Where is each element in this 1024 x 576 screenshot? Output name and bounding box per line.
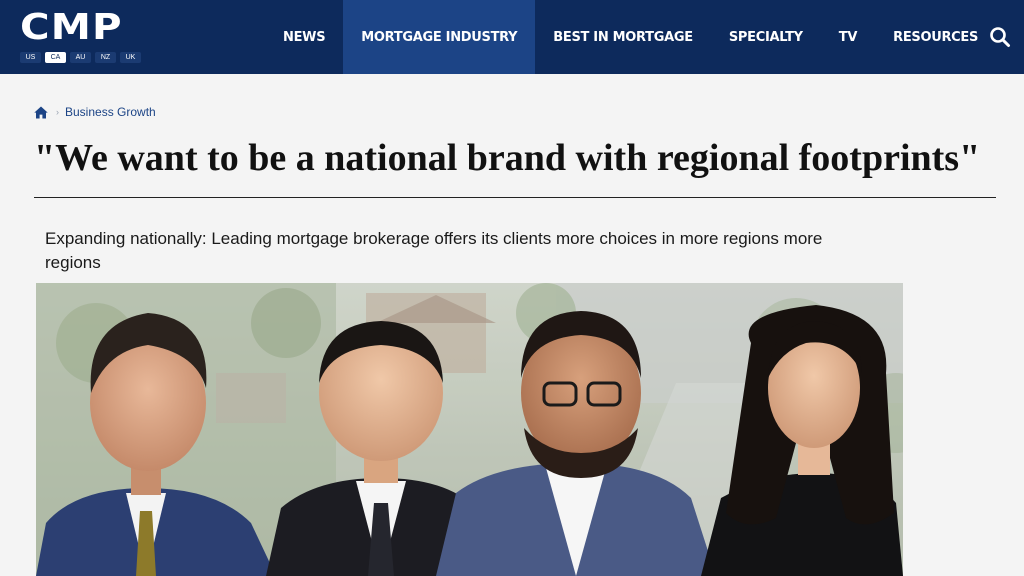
breadcrumb: › Business Growth [34, 104, 156, 120]
breadcrumb-business-growth[interactable]: Business Growth [65, 105, 156, 119]
region-us[interactable]: US [20, 52, 41, 63]
top-navigation-bar: CMP US CA AU NZ UK NEWS MORTGAGE INDUSTR… [0, 0, 1024, 74]
region-au[interactable]: AU [70, 52, 91, 63]
nav-mortgage-industry[interactable]: MORTGAGE INDUSTRY [343, 0, 536, 74]
nav-tv[interactable]: TV [821, 0, 875, 74]
nav-news[interactable]: NEWS [265, 0, 343, 74]
article-subheading: Expanding nationally: Leading mortgage b… [45, 229, 823, 272]
nav-specialty[interactable]: SPECIALTY [711, 0, 821, 74]
search-icon [990, 27, 1010, 47]
headline-divider [34, 197, 996, 198]
home-icon[interactable] [34, 106, 48, 119]
search-button[interactable] [988, 25, 1012, 49]
nav-resources[interactable]: RESOURCES [875, 0, 996, 74]
region-ca[interactable]: CA [45, 52, 66, 63]
logo-wordmark: CMP [20, 7, 123, 48]
region-nz[interactable]: NZ [95, 52, 116, 63]
breadcrumb-separator: › [56, 107, 59, 117]
nav-best-in-mortgage[interactable]: BEST IN MORTGAGE [535, 0, 711, 74]
hero-image [36, 283, 903, 576]
region-switcher: US CA AU NZ UK [20, 52, 141, 63]
article-headline: "We want to be a national brand with reg… [34, 137, 981, 179]
main-nav: NEWS MORTGAGE INDUSTRY BEST IN MORTGAGE … [265, 0, 996, 74]
cmp-logo[interactable]: CMP US CA AU NZ UK [20, 7, 141, 65]
region-uk[interactable]: UK [120, 52, 141, 63]
